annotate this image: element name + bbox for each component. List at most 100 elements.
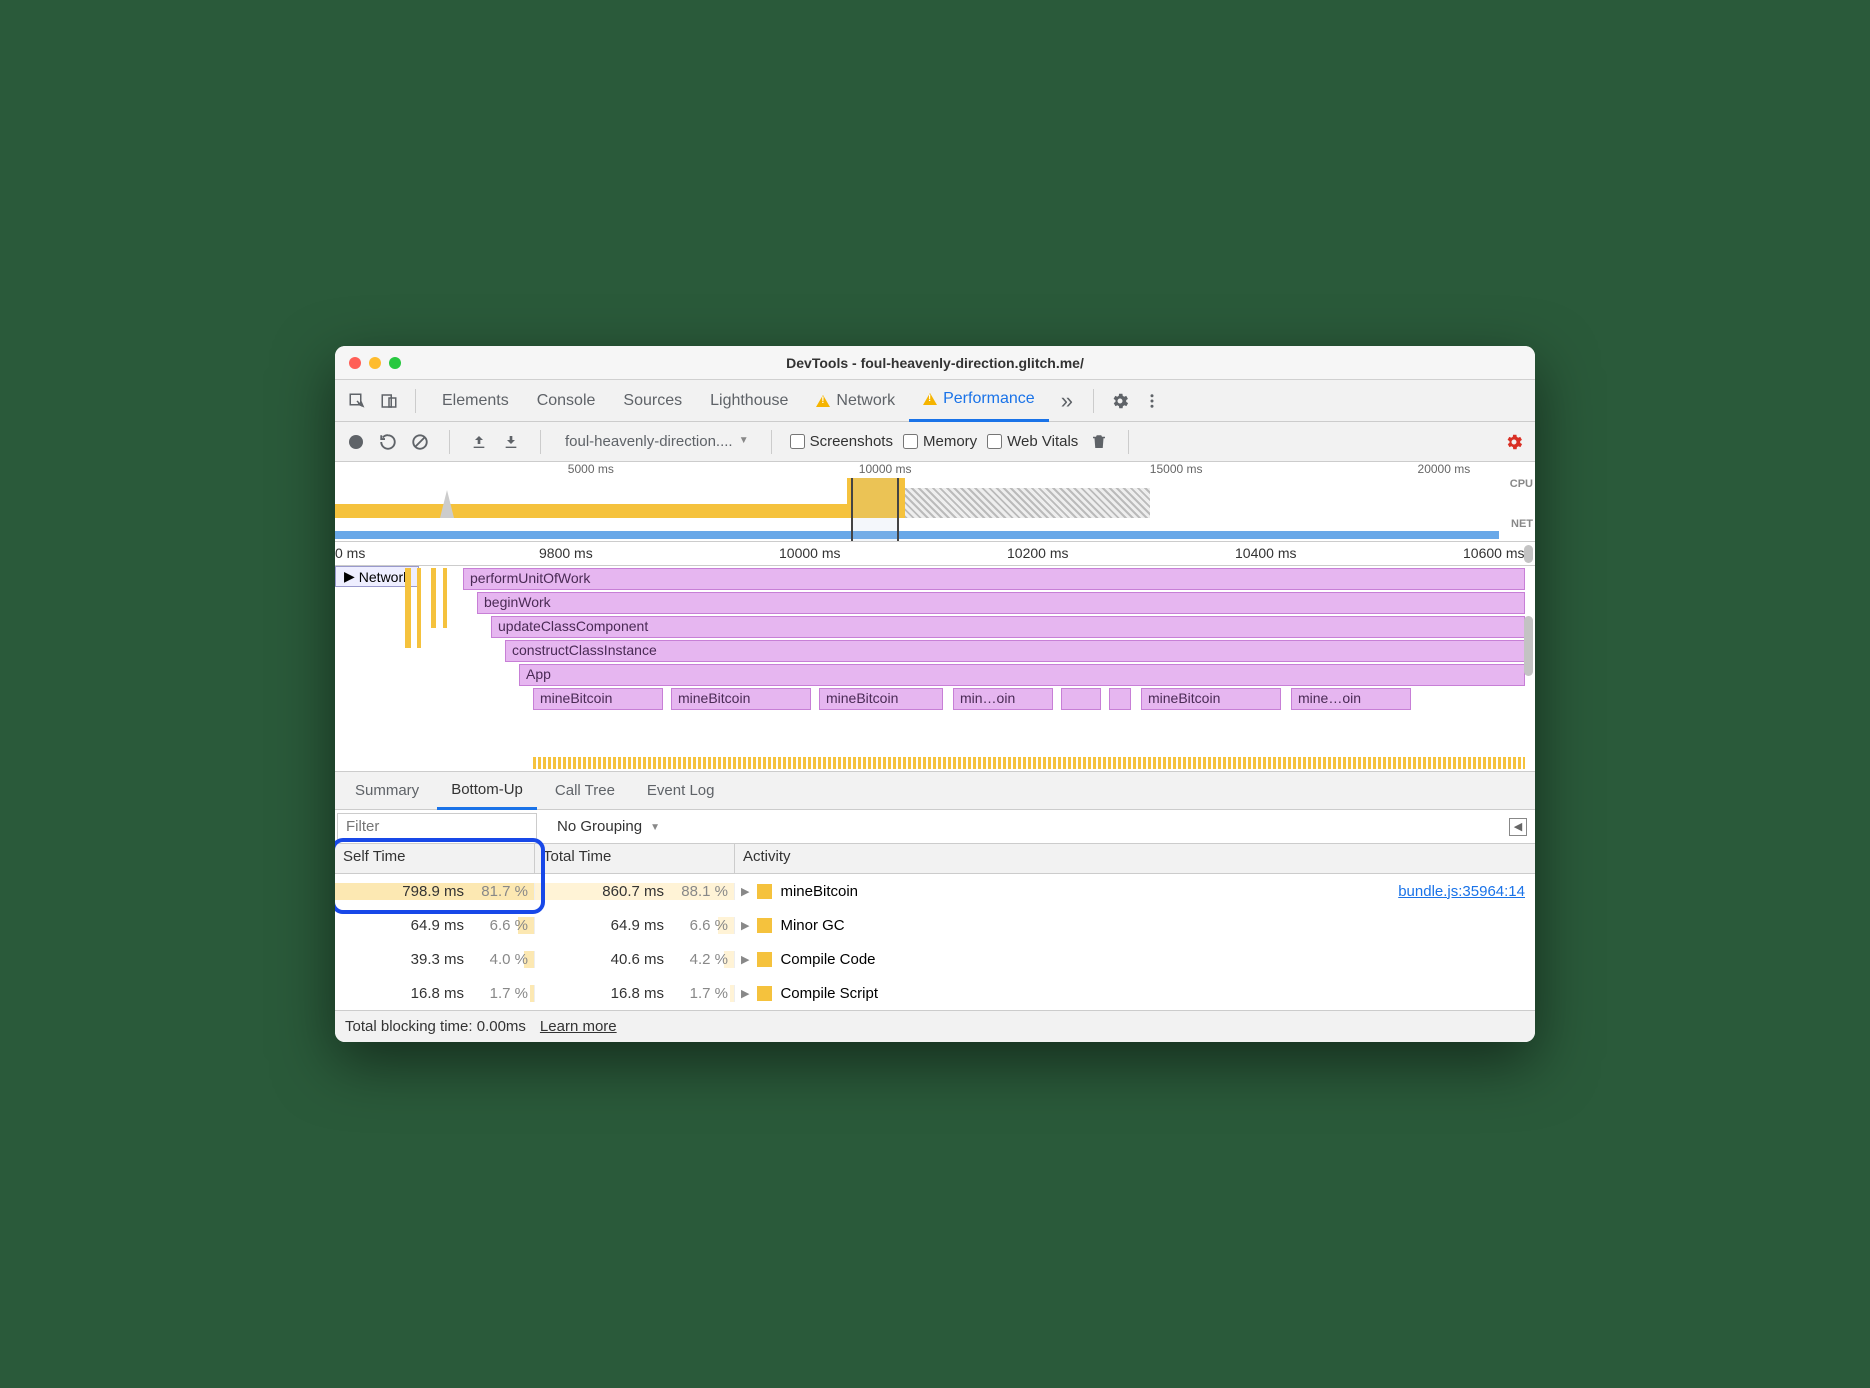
tab-sources[interactable]: Sources	[609, 380, 696, 422]
col-self-time[interactable]: Self Time	[335, 844, 535, 873]
flame-chart[interactable]: ▶ Network performUnitOfWorkbeginWorkupda…	[335, 566, 1535, 772]
subtab-bottom-up[interactable]: Bottom-Up	[437, 772, 537, 810]
flame-frame[interactable]: performUnitOfWork	[463, 568, 1525, 590]
overview-tick: 20000 ms	[1418, 462, 1471, 476]
activity-swatch	[757, 952, 772, 967]
chevron-right-icon[interactable]: ▶	[741, 953, 749, 966]
cpu-graph	[335, 478, 1499, 518]
separator	[1093, 389, 1094, 413]
chevron-right-icon[interactable]: ▶	[741, 919, 749, 932]
overview-cpu-label: CPU NET	[1510, 478, 1533, 530]
memory-checkbox[interactable]: Memory	[903, 433, 977, 450]
performance-toolbar: foul-heavenly-direction.... Screenshots …	[335, 422, 1535, 462]
chevron-right-icon[interactable]: ▶	[741, 987, 749, 1000]
overview-selection[interactable]	[851, 478, 899, 541]
ruler-tick: 10000 ms	[779, 545, 840, 561]
flame-frame[interactable]: beginWork	[477, 592, 1525, 614]
filter-input[interactable]	[337, 813, 537, 841]
col-activity[interactable]: Activity	[735, 844, 1535, 873]
flame-bar[interactable]	[405, 568, 411, 648]
tab-network[interactable]: Network	[802, 380, 909, 422]
ruler-tick: 10200 ms	[1007, 545, 1068, 561]
blocking-time-label: Total blocking time: 0.00ms	[345, 1018, 526, 1035]
table-row[interactable]: 798.9 ms81.7 %860.7 ms88.1 %▶mineBitcoin…	[335, 874, 1535, 908]
warning-icon	[923, 393, 937, 405]
titlebar: DevTools - foul-heavenly-direction.glitc…	[335, 346, 1535, 380]
capture-settings-gear-icon[interactable]	[1503, 431, 1525, 453]
trash-icon[interactable]	[1088, 431, 1110, 453]
warning-icon	[816, 395, 830, 407]
table-row[interactable]: 39.3 ms4.0 %40.6 ms4.2 %▶Compile Code	[335, 942, 1535, 976]
tab-console[interactable]: Console	[523, 380, 610, 422]
time-ruler[interactable]: 0 ms9800 ms10000 ms10200 ms10400 ms10600…	[335, 542, 1535, 566]
flame-bar[interactable]	[533, 757, 1525, 769]
download-profile-icon[interactable]	[500, 431, 522, 453]
flame-bar[interactable]	[431, 568, 436, 628]
inspect-icon[interactable]	[343, 387, 371, 415]
separator	[540, 430, 541, 454]
device-toggle-icon[interactable]	[375, 387, 403, 415]
flame-frame[interactable]	[1061, 688, 1101, 710]
flame-frame[interactable]: updateClassComponent	[491, 616, 1525, 638]
flame-bar[interactable]	[417, 568, 421, 648]
col-total-time[interactable]: Total Time	[535, 844, 735, 873]
activity-swatch	[757, 986, 772, 1001]
profile-selector[interactable]: foul-heavenly-direction....	[559, 431, 753, 452]
tab-performance[interactable]: Performance	[909, 380, 1049, 422]
upload-profile-icon[interactable]	[468, 431, 490, 453]
scrollbar-thumb[interactable]	[1524, 545, 1533, 563]
subtab-call-tree[interactable]: Call Tree	[541, 772, 629, 810]
reload-record-button[interactable]	[377, 431, 399, 453]
activity-name: Minor GC	[780, 917, 844, 934]
close-icon[interactable]	[349, 357, 361, 369]
overview-tick: 15000 ms	[1150, 462, 1203, 476]
flame-frame[interactable]: mine…oin	[1291, 688, 1411, 710]
tab-elements[interactable]: Elements	[428, 380, 523, 422]
activity-name: mineBitcoin	[780, 883, 858, 900]
flame-frame[interactable]: mineBitcoin	[533, 688, 663, 710]
grouping-dropdown[interactable]: No Grouping	[557, 818, 666, 835]
flame-frame[interactable]: App	[519, 664, 1525, 686]
flame-frame[interactable]: constructClassInstance	[505, 640, 1525, 662]
flame-frame[interactable]: min…oin	[953, 688, 1053, 710]
traffic-lights	[335, 357, 401, 369]
subtab-event-log[interactable]: Event Log	[633, 772, 729, 810]
separator	[1128, 430, 1129, 454]
panel-tabs: ElementsConsoleSourcesLighthouseNetworkP…	[335, 380, 1535, 422]
flame-frame[interactable]: mineBitcoin	[671, 688, 811, 710]
expand-sidebar-icon[interactable]: ◀	[1509, 818, 1527, 836]
devtools-window: DevTools - foul-heavenly-direction.glitc…	[335, 346, 1535, 1042]
maximize-icon[interactable]	[389, 357, 401, 369]
status-bar: Total blocking time: 0.00ms Learn more	[335, 1010, 1535, 1042]
settings-gear-icon[interactable]	[1106, 387, 1134, 415]
chevron-right-icon[interactable]: ▶	[741, 885, 749, 898]
flame-frame[interactable]: mineBitcoin	[819, 688, 943, 710]
clear-button[interactable]	[409, 431, 431, 453]
flame-bar[interactable]	[443, 568, 447, 628]
ruler-tick: 9800 ms	[539, 545, 593, 561]
subtab-summary[interactable]: Summary	[341, 772, 433, 810]
separator	[449, 430, 450, 454]
chevron-right-icon: ▶	[344, 568, 355, 585]
filter-bar: No Grouping ◀	[335, 810, 1535, 844]
table-row[interactable]: 64.9 ms6.6 %64.9 ms6.6 %▶Minor GC	[335, 908, 1535, 942]
ruler-tick: 10600 ms	[1463, 545, 1524, 561]
flame-frame[interactable]	[1109, 688, 1131, 710]
bottom-up-table: Self Time Total Time Activity 798.9 ms81…	[335, 844, 1535, 1010]
timeline-overview[interactable]: 5000 ms10000 ms15000 ms20000 ms CPU NET	[335, 462, 1535, 542]
net-graph	[335, 531, 1499, 539]
record-button[interactable]	[345, 431, 367, 453]
activity-swatch	[757, 884, 772, 899]
details-tabs: SummaryBottom-UpCall TreeEvent Log	[335, 772, 1535, 810]
webvitals-checkbox[interactable]: Web Vitals	[987, 433, 1078, 450]
kebab-menu-icon[interactable]	[1138, 387, 1166, 415]
flame-scrollbar[interactable]	[1523, 566, 1535, 771]
flame-frame[interactable]: mineBitcoin	[1141, 688, 1281, 710]
tab-lighthouse[interactable]: Lighthouse	[696, 380, 802, 422]
minimize-icon[interactable]	[369, 357, 381, 369]
more-tabs-icon[interactable]: »	[1053, 388, 1081, 414]
screenshots-checkbox[interactable]: Screenshots	[790, 433, 893, 450]
learn-more-link[interactable]: Learn more	[540, 1018, 617, 1035]
table-row[interactable]: 16.8 ms1.7 %16.8 ms1.7 %▶Compile Script	[335, 976, 1535, 1010]
source-link[interactable]: bundle.js:35964:14	[1398, 883, 1525, 900]
